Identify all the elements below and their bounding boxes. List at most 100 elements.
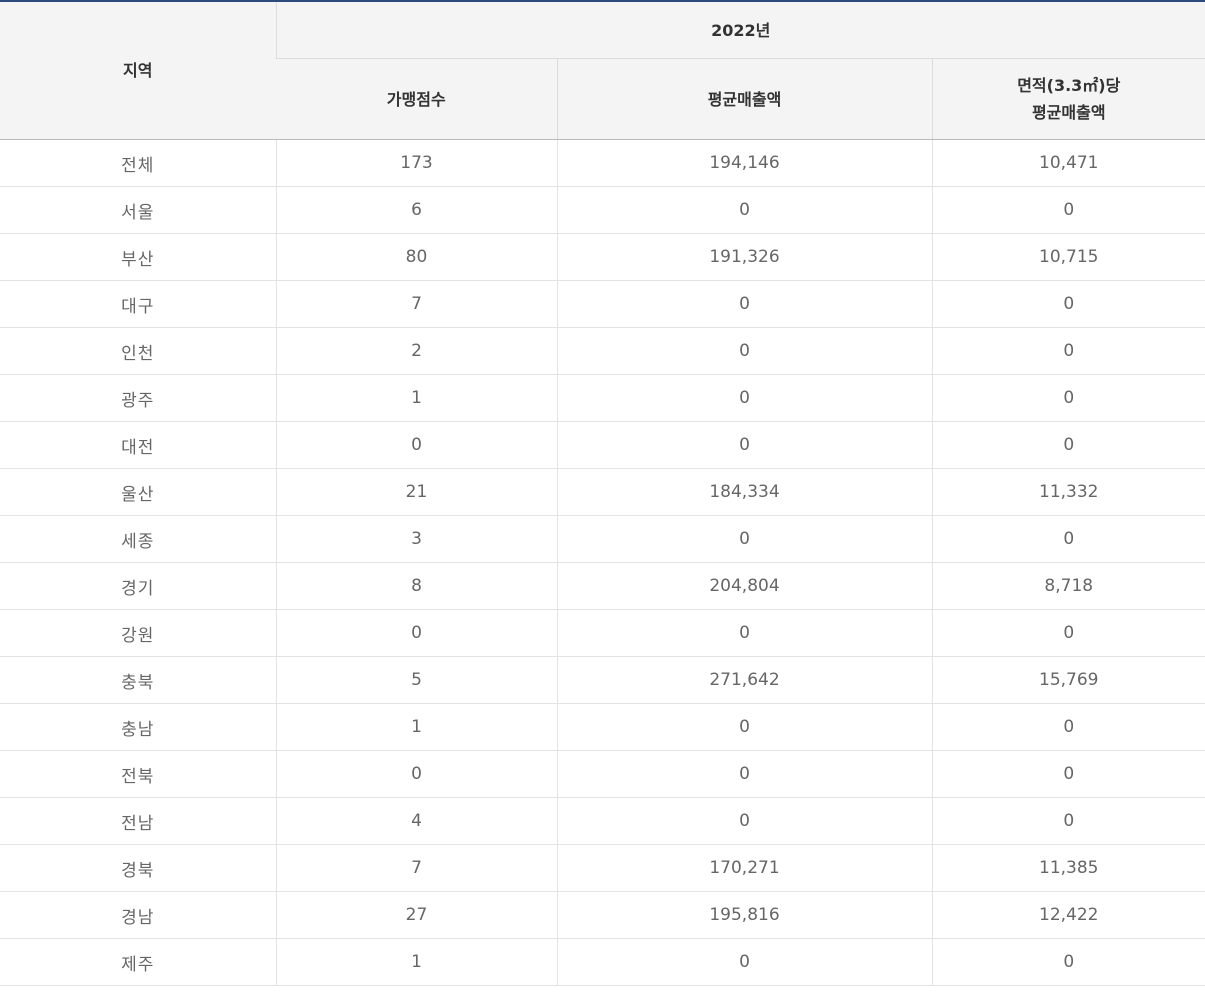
- header-region: 지역: [0, 1, 276, 140]
- table-row: 광주 1 0 0: [0, 374, 1205, 422]
- cell-area-sales: 10,715: [931, 233, 1205, 281]
- table-header: 지역 2022년 가맹점수 평균매출액 면적(3.3㎡)당 평균매출액: [0, 1, 1205, 140]
- cell-area-sales: 12,422: [931, 891, 1205, 939]
- table-row: 대전 0 0 0: [0, 421, 1205, 469]
- cell-store-count: 1: [275, 703, 557, 751]
- table-row: 경북 7 170,271 11,385: [0, 844, 1205, 892]
- cell-region: 전북: [0, 750, 276, 798]
- cell-region: 대구: [0, 280, 276, 328]
- header-area-sales: 면적(3.3㎡)당 평균매출액: [931, 58, 1205, 140]
- cell-avg-sales: 0: [556, 186, 932, 234]
- cell-avg-sales: 271,642: [556, 656, 932, 704]
- cell-area-sales: 0: [931, 750, 1205, 798]
- table-row: 전북 0 0 0: [0, 750, 1205, 798]
- cell-area-sales: 11,385: [931, 844, 1205, 892]
- table-row: 대구 7 0 0: [0, 280, 1205, 328]
- table-row: 울산 21 184,334 11,332: [0, 468, 1205, 516]
- cell-region: 제주: [0, 938, 276, 986]
- cell-region: 대전: [0, 421, 276, 469]
- header-store-count: 가맹점수: [276, 58, 557, 140]
- table-row: 세종 3 0 0: [0, 515, 1205, 563]
- header-area-sales-line2: 평균매출액: [1031, 103, 1106, 122]
- table-body: 전체 173 194,146 10,471 서울 6 0 0 부산 80 191,326 10,715…: [0, 139, 1205, 986]
- cell-region: 인천: [0, 327, 276, 375]
- table-row: 인천 2 0 0: [0, 327, 1205, 375]
- header-row-year: 지역 2022년: [0, 1, 1205, 140]
- cell-avg-sales: 191,326: [556, 233, 932, 281]
- cell-area-sales: 0: [931, 280, 1205, 328]
- cell-area-sales: 11,332: [931, 468, 1205, 516]
- cell-avg-sales: 0: [556, 609, 932, 657]
- cell-store-count: 7: [275, 844, 557, 892]
- cell-area-sales: 0: [931, 374, 1205, 422]
- cell-area-sales: 15,769: [931, 656, 1205, 704]
- franchise-stats-table: 지역 2022년 가맹점수 평균매출액 면적(3.3㎡)당 평균매출액 전체 17…: [0, 0, 1205, 986]
- cell-area-sales: 10,471: [931, 139, 1205, 187]
- cell-region: 경기: [0, 562, 276, 610]
- cell-avg-sales: 0: [556, 750, 932, 798]
- table-row: 전체 173 194,146 10,471: [0, 139, 1205, 187]
- table-row: 경기 8 204,804 8,718: [0, 562, 1205, 610]
- cell-region: 경남: [0, 891, 276, 939]
- cell-region: 전남: [0, 797, 276, 845]
- table-row: 강원 0 0 0: [0, 609, 1205, 657]
- cell-store-count: 5: [275, 656, 557, 704]
- cell-avg-sales: 0: [556, 515, 932, 563]
- cell-area-sales: 0: [931, 515, 1205, 563]
- table-row: 부산 80 191,326 10,715: [0, 233, 1205, 281]
- table-row: 충북 5 271,642 15,769: [0, 656, 1205, 704]
- header-year: 2022년: [275, 1, 1205, 59]
- table-row: 충남 1 0 0: [0, 703, 1205, 751]
- cell-store-count: 8: [275, 562, 557, 610]
- cell-region: 광주: [0, 374, 276, 422]
- cell-store-count: 80: [275, 233, 557, 281]
- cell-store-count: 0: [275, 750, 557, 798]
- cell-region: 강원: [0, 609, 276, 657]
- table-row: 제주 1 0 0: [0, 938, 1205, 986]
- cell-avg-sales: 0: [556, 280, 932, 328]
- cell-store-count: 1: [275, 938, 557, 986]
- cell-store-count: 2: [275, 327, 557, 375]
- cell-avg-sales: 0: [556, 938, 932, 986]
- cell-avg-sales: 194,146: [556, 139, 932, 187]
- cell-region: 울산: [0, 468, 276, 516]
- header-avg-sales: 평균매출액: [556, 58, 932, 140]
- cell-area-sales: 0: [931, 938, 1205, 986]
- cell-avg-sales: 184,334: [556, 468, 932, 516]
- cell-store-count: 1: [275, 374, 557, 422]
- cell-area-sales: 0: [931, 186, 1205, 234]
- cell-store-count: 6: [275, 186, 557, 234]
- cell-area-sales: 0: [931, 327, 1205, 375]
- cell-region: 서울: [0, 186, 276, 234]
- cell-avg-sales: 195,816: [556, 891, 932, 939]
- table-row: 경남 27 195,816 12,422: [0, 891, 1205, 939]
- cell-avg-sales: 170,271: [556, 844, 932, 892]
- cell-region: 전체: [0, 139, 276, 187]
- cell-store-count: 173: [275, 139, 557, 187]
- cell-store-count: 0: [275, 609, 557, 657]
- cell-store-count: 0: [275, 421, 557, 469]
- table-row: 전남 4 0 0: [0, 797, 1205, 845]
- cell-avg-sales: 0: [556, 421, 932, 469]
- cell-store-count: 3: [275, 515, 557, 563]
- cell-avg-sales: 0: [556, 374, 932, 422]
- header-area-sales-line1: 면적(3.3㎡)당: [1017, 76, 1121, 95]
- cell-area-sales: 0: [931, 421, 1205, 469]
- cell-area-sales: 0: [931, 703, 1205, 751]
- table-row: 서울 6 0 0: [0, 186, 1205, 234]
- cell-store-count: 4: [275, 797, 557, 845]
- cell-region: 부산: [0, 233, 276, 281]
- cell-avg-sales: 0: [556, 797, 932, 845]
- cell-area-sales: 0: [931, 609, 1205, 657]
- cell-store-count: 27: [275, 891, 557, 939]
- cell-area-sales: 0: [931, 797, 1205, 845]
- cell-avg-sales: 0: [556, 703, 932, 751]
- cell-area-sales: 8,718: [931, 562, 1205, 610]
- cell-store-count: 7: [275, 280, 557, 328]
- cell-avg-sales: 204,804: [556, 562, 932, 610]
- cell-avg-sales: 0: [556, 327, 932, 375]
- cell-region: 충북: [0, 656, 276, 704]
- cell-region: 세종: [0, 515, 276, 563]
- cell-store-count: 21: [275, 468, 557, 516]
- cell-region: 충남: [0, 703, 276, 751]
